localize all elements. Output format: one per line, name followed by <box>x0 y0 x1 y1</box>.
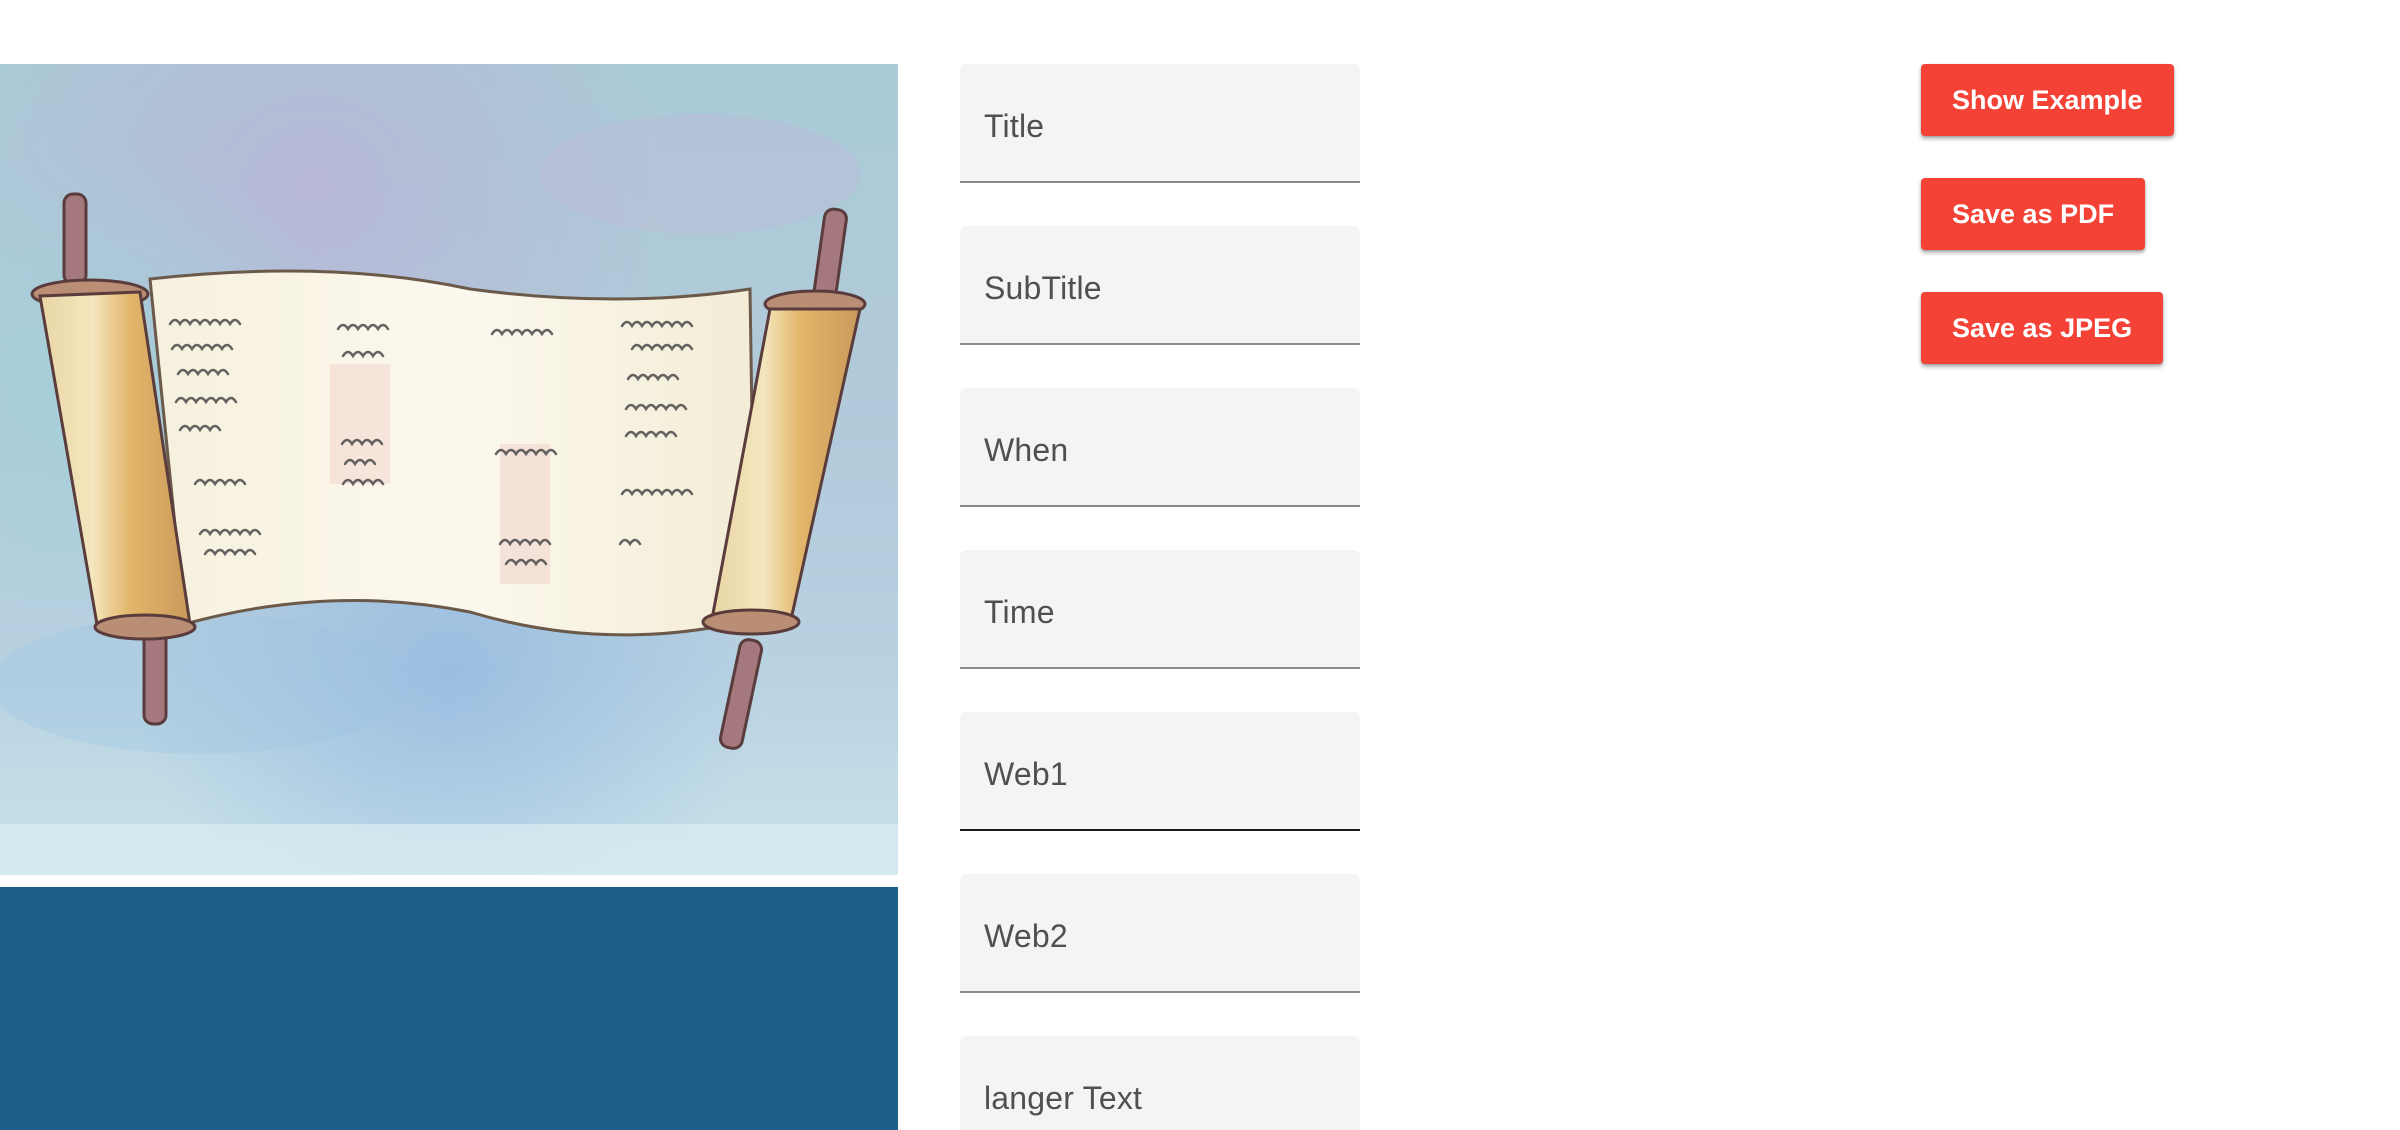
show-example-button[interactable]: Show Example <box>1921 64 2174 136</box>
scroll-illustration <box>0 64 898 875</box>
save-jpeg-button[interactable]: Save as JPEG <box>1921 292 2164 364</box>
save-pdf-button[interactable]: Save as PDF <box>1921 178 2146 250</box>
page: Title SubTitle When Time Web1 Web2 lange… <box>0 0 2400 1130</box>
web1-field-label: Web1 <box>984 756 1068 792</box>
preview-image <box>0 64 898 875</box>
long-text-field[interactable]: langer Text <box>960 1036 1360 1130</box>
subtitle-field-label: SubTitle <box>984 270 1102 306</box>
web2-field[interactable]: Web2 <box>960 874 1360 993</box>
time-field[interactable]: Time <box>960 550 1360 669</box>
preview-color-band <box>0 887 898 1130</box>
web2-field-label: Web2 <box>984 918 1068 954</box>
title-field-label: Title <box>984 108 1045 144</box>
when-field[interactable]: When <box>960 388 1360 507</box>
web1-field[interactable]: Web1 <box>960 712 1360 831</box>
when-field-label: When <box>984 432 1069 468</box>
time-field-label: Time <box>984 594 1055 630</box>
title-field[interactable]: Title <box>960 64 1360 183</box>
long-text-field-label: langer Text <box>984 1080 1143 1116</box>
subtitle-field[interactable]: SubTitle <box>960 226 1360 345</box>
